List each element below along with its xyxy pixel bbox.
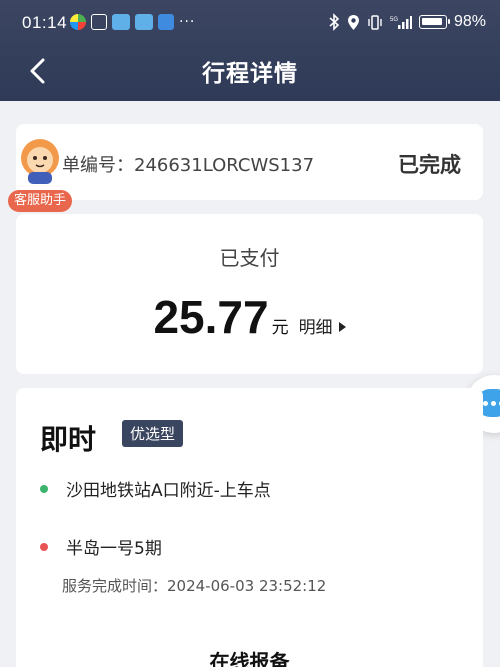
order-number: 单编号：246631LORCWS137 xyxy=(62,155,315,176)
order-card: 单编号：246631LORCWS137 已完成 xyxy=(16,124,483,200)
status-indicators: 5G 98% xyxy=(328,13,486,31)
location-app-icon xyxy=(158,14,174,30)
more-notifications-icon: ··· xyxy=(179,14,196,30)
calendar-icon xyxy=(91,14,107,30)
report-title: 在线报备 xyxy=(209,650,290,667)
app-notification-icon xyxy=(70,14,86,30)
service-finish-time: 服务完成时间：2024-06-03 23:52:12 xyxy=(62,577,327,595)
vibrate-icon xyxy=(368,14,382,30)
triangle-right-icon xyxy=(338,322,346,332)
dropoff-dot-icon xyxy=(40,542,48,551)
pickup-text: 沙田地铁站A口附近-上车点 xyxy=(66,481,271,501)
customer-service-button[interactable]: 客服助手 xyxy=(6,138,72,214)
mini-app-icon xyxy=(135,14,153,30)
app-header: 01:14 ··· 5G 98% 行程详情 xyxy=(0,0,500,101)
payment-card: 已支付 25.77 元明细 xyxy=(16,214,483,374)
mini-app-icon xyxy=(112,14,130,30)
battery-icon xyxy=(418,15,450,29)
status-bar: 01:14 ··· 5G 98% xyxy=(0,0,500,46)
amount-row: 25.77 元明细 xyxy=(16,290,483,344)
status-time: 01:14 xyxy=(22,13,68,32)
pickup-dot-icon xyxy=(40,484,48,493)
trip-type: 即时 xyxy=(40,423,97,456)
payment-amount: 25.77 xyxy=(153,291,269,343)
car-class-badge: 优选型 xyxy=(122,420,184,447)
bluetooth-icon xyxy=(329,13,340,31)
detail-link[interactable]: 明细 xyxy=(299,318,346,338)
page-title: 行程详情 xyxy=(202,61,298,87)
dropoff-location: 半岛一号5期 xyxy=(40,534,162,559)
currency-unit: 元 xyxy=(271,318,289,338)
customer-service-label: 客服助手 xyxy=(8,190,72,212)
notification-icons: ··· xyxy=(70,14,195,30)
pickup-location: 沙田地铁站A口附近-上车点 xyxy=(40,476,271,501)
svg-text:5G: 5G xyxy=(390,17,398,23)
dropoff-text: 半岛一号5期 xyxy=(66,539,162,559)
signal-icon: 5G xyxy=(390,16,412,29)
payment-status: 已支付 xyxy=(219,246,280,270)
report-card[interactable]: 在线报备 xyxy=(16,628,483,667)
detail-label: 明细 xyxy=(298,318,333,338)
trip-card: 即时 优选型 沙田地铁站A口附近-上车点 半岛一号5期 服务完成时间：2024-… xyxy=(16,388,483,667)
order-status: 已完成 xyxy=(398,153,461,177)
location-pin-icon xyxy=(347,14,359,30)
lion-mascot-icon xyxy=(21,139,59,184)
battery-percent: 98% xyxy=(453,13,486,30)
